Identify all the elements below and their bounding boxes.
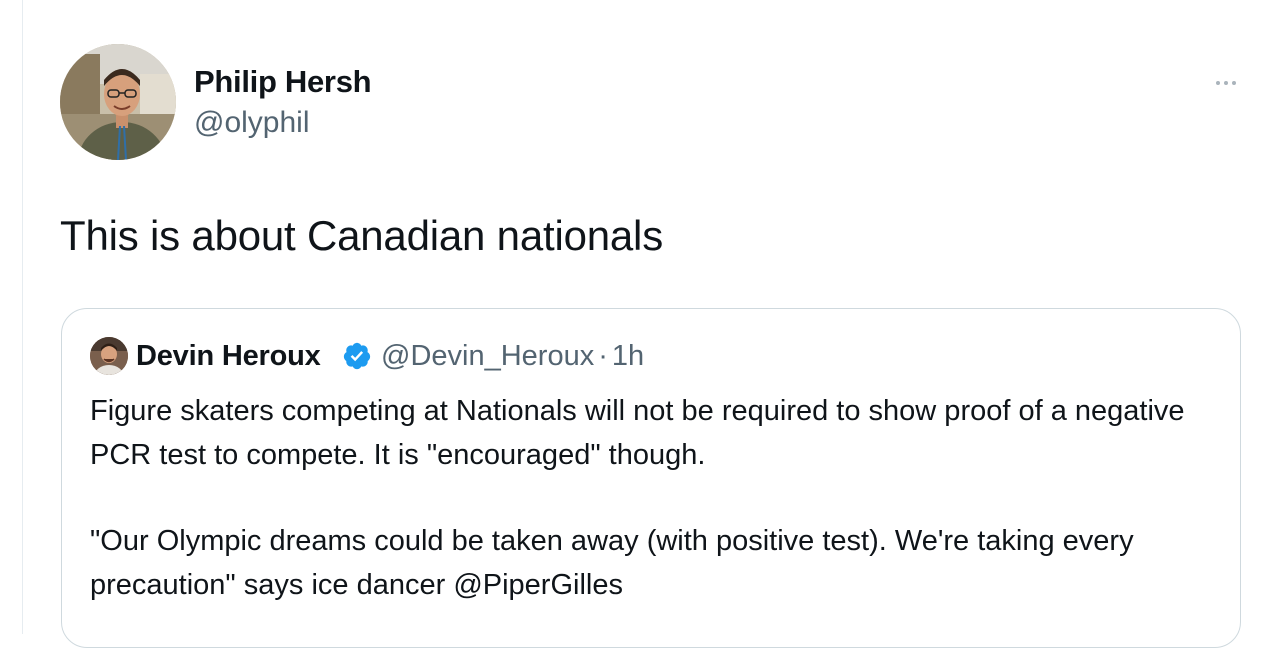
tweet: Philip Hersh @olyphil This is about Cana… (0, 0, 1280, 648)
quoted-tweet-paragraph: "Our Olympic dreams could be taken away … (90, 525, 1134, 601)
author-avatar[interactable] (60, 44, 176, 160)
quoted-author-handle-and-time: @Devin_Heroux · 1h (381, 337, 644, 375)
quoted-tweet-paragraph: Figure skaters competing at Nationals wi… (90, 395, 1185, 471)
quoted-tweet-time[interactable]: 1h (612, 340, 644, 372)
quoted-tweet-card[interactable]: Devin Heroux @Devin_Heroux · 1h Figure ska… (61, 308, 1241, 648)
author-avatar-image (60, 44, 176, 160)
tweet-text: This is about Canadian nationals (60, 212, 663, 259)
meta-separator: · (598, 340, 608, 372)
quoted-author-avatar-image (90, 337, 128, 375)
more-horizontal-icon (1214, 81, 1238, 85)
verified-badge-icon (343, 342, 371, 370)
quoted-tweet-text: Figure skaters competing at Nationals wi… (90, 389, 1210, 607)
author-name[interactable]: Philip Hersh (194, 62, 372, 102)
quoted-author-name[interactable]: Devin Heroux (136, 337, 321, 375)
quoted-author-handle[interactable]: @Devin_Heroux (381, 340, 594, 372)
more-options-button[interactable] (1204, 68, 1248, 98)
author-handle[interactable]: @olyphil (194, 103, 310, 143)
quoted-author-avatar[interactable] (90, 337, 128, 375)
